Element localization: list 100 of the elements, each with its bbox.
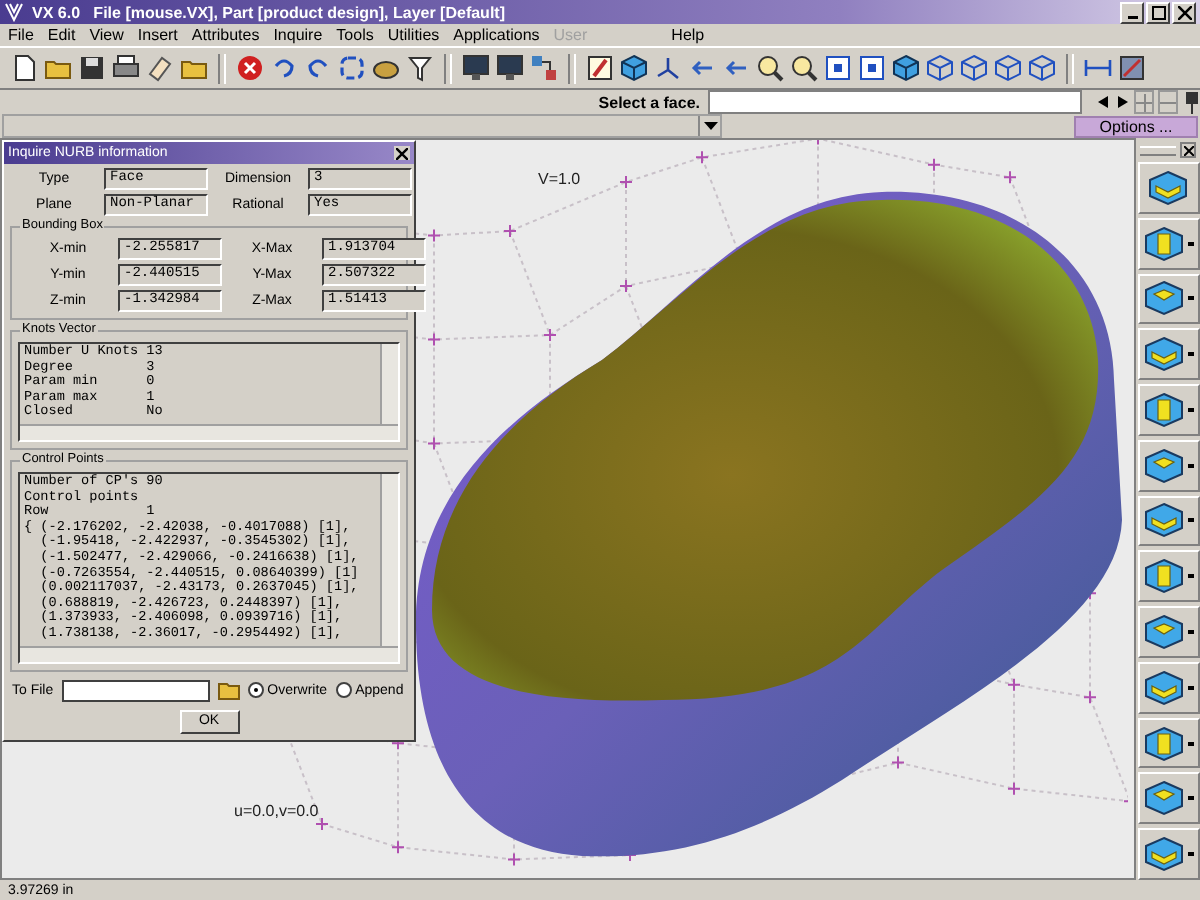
toolbar-button[interactable]	[234, 52, 266, 84]
feature-tool-button[interactable]	[1137, 273, 1199, 325]
caret-icon	[1188, 407, 1194, 412]
minimize-button[interactable]	[1120, 1, 1144, 23]
solid-block-icon	[1146, 167, 1190, 208]
zoom-icon	[756, 54, 784, 82]
toolbar-button[interactable]	[618, 52, 650, 84]
menu-item[interactable]: Edit	[47, 26, 76, 44]
menu-item[interactable]: Utilities	[387, 26, 440, 44]
toolbar-button[interactable]	[754, 52, 786, 84]
close-icon	[1183, 145, 1193, 155]
toolbar-button[interactable]	[144, 52, 176, 84]
pin-icon	[1182, 90, 1198, 114]
feature-tool-button[interactable]	[1137, 772, 1199, 825]
toolbar-button[interactable]	[494, 52, 526, 84]
printer-icon	[112, 54, 140, 82]
feature-tool-button[interactable]	[1137, 328, 1199, 381]
caret-icon	[1188, 241, 1194, 246]
solid-block-icon	[1142, 223, 1186, 264]
grid-icon	[530, 54, 558, 82]
solid-block-icon	[1142, 667, 1186, 708]
maximize-button[interactable]	[1146, 1, 1170, 23]
eraser-icon	[146, 54, 174, 82]
monitor-icon	[496, 54, 524, 82]
feature-tool-button[interactable]	[1137, 606, 1199, 658]
monitor-icon	[462, 54, 490, 82]
menu-item[interactable]: Attributes	[191, 26, 260, 44]
toolbar-button[interactable]	[822, 52, 854, 84]
close-icon	[1177, 5, 1191, 19]
feature-tool-button[interactable]	[1137, 661, 1199, 714]
toolbar-grip[interactable]	[1140, 145, 1176, 155]
fit-view-icon	[858, 54, 886, 82]
window-title: VX 6.0 File [mouse.VX], Part [product design], Layer [Default]	[32, 3, 505, 21]
plus-icon	[1136, 93, 1152, 111]
options-button[interactable]: Options ...	[1074, 115, 1198, 137]
caret-icon	[1188, 852, 1194, 857]
feature-tool-button[interactable]	[1137, 495, 1199, 547]
stop-icon	[236, 54, 264, 82]
vertical-scrollbar[interactable]	[380, 473, 398, 645]
close-button[interactable]	[394, 146, 410, 160]
toolbar-button[interactable]	[856, 52, 888, 84]
menu-item[interactable]: Applications	[453, 26, 540, 44]
cube-icon	[892, 54, 920, 82]
toolbar-button[interactable]	[1116, 52, 1148, 84]
solid-block-icon	[1142, 334, 1186, 375]
caret-icon	[1188, 352, 1194, 357]
radio-button[interactable]	[247, 682, 264, 698]
close-icon	[396, 147, 408, 159]
next-button[interactable]	[1114, 92, 1130, 112]
feature-tool-button[interactable]	[1137, 384, 1199, 436]
feature-tool-button[interactable]	[1137, 717, 1199, 769]
maximize-icon	[1151, 5, 1165, 19]
undo-icon	[270, 54, 298, 82]
dropdown-field[interactable]	[2, 114, 722, 138]
caret-icon	[1188, 796, 1194, 801]
caret-icon	[1188, 741, 1194, 746]
file-input-field[interactable]	[61, 679, 210, 701]
close-button[interactable]	[1180, 142, 1196, 158]
toolbar-button[interactable]	[76, 52, 108, 84]
solid-block-icon	[1142, 834, 1186, 875]
menu-item[interactable]: File	[8, 26, 34, 44]
toolbar-button[interactable]	[584, 52, 616, 84]
ruler-icon	[1084, 54, 1112, 82]
prompt-input-field[interactable]	[708, 90, 1082, 114]
axis-label: V=1.0	[538, 170, 581, 188]
caret-icon	[1188, 296, 1194, 301]
feature-tool-button[interactable]	[1137, 439, 1199, 492]
solid-block-icon	[1142, 389, 1186, 430]
solid-block-icon	[1142, 723, 1186, 764]
horizontal-scrollbar[interactable]	[20, 645, 398, 661]
radio-button[interactable]	[335, 682, 352, 698]
folder-icon[interactable]	[217, 680, 240, 700]
feature-tool-button[interactable]	[1137, 217, 1199, 270]
solid-block-icon	[1142, 778, 1186, 819]
dropdown-button[interactable]	[698, 116, 720, 136]
wireframe-cube-icon	[1028, 54, 1056, 82]
toolbar-button[interactable]	[528, 52, 560, 84]
menu-item[interactable]: View	[89, 26, 124, 44]
horizontal-scrollbar[interactable]	[20, 423, 398, 440]
menu-item[interactable]: Tools	[336, 26, 374, 44]
feature-tool-button[interactable]	[1137, 550, 1199, 603]
pencil-icon	[586, 54, 614, 82]
app-logo-icon	[4, 2, 24, 22]
redo-icon	[304, 54, 332, 82]
feature-tool-button[interactable]	[1137, 162, 1199, 214]
toolbar-button[interactable]	[788, 52, 820, 84]
solid-block-icon	[1142, 278, 1186, 319]
pin-button[interactable]	[1182, 92, 1198, 112]
menu-item[interactable]: Help	[671, 26, 705, 44]
toolbar-button[interactable]	[652, 52, 684, 84]
toolbar-button[interactable]	[404, 52, 436, 84]
feature-tool-button[interactable]	[1137, 828, 1199, 880]
menu-item[interactable]: Insert	[137, 26, 178, 44]
toolbar-button[interactable]	[460, 52, 492, 84]
menu-item[interactable]: Inquire	[273, 26, 323, 44]
vertical-scrollbar[interactable]	[380, 344, 398, 424]
previous-button[interactable]	[1094, 92, 1110, 112]
fit-view-icon	[824, 54, 852, 82]
zoom-icon	[790, 54, 818, 82]
toolbar-button[interactable]	[890, 52, 922, 84]
